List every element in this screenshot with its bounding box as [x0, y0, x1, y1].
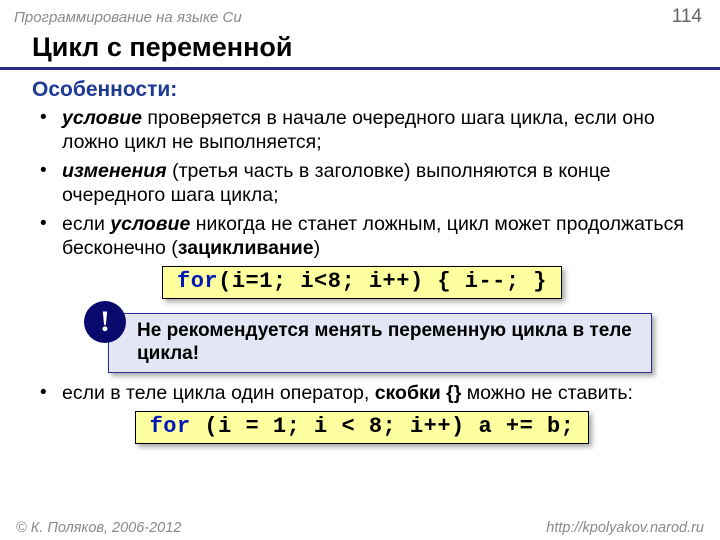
slide-title: Цикл с переменной: [0, 30, 720, 70]
term: условие: [110, 213, 190, 235]
feature-list: условие проверяется в начале очередного …: [32, 106, 692, 260]
lecture-label: Программирование на языке Си: [14, 9, 242, 26]
footer-url: http://kpolyakov.narod.ru: [546, 520, 704, 536]
list-item: если условие никогда не станет ложным, ц…: [58, 212, 692, 261]
slide-footer: © К. Поляков, 2006-2012 http://kpolyakov…: [0, 520, 720, 536]
keyword: for: [177, 269, 218, 294]
section-subtitle: Особенности:: [32, 78, 692, 102]
term: скобки {}: [375, 382, 462, 404]
keyword: for: [150, 414, 191, 439]
warning-text: Не рекомендуется менять переменную цикла…: [108, 313, 652, 373]
list-item: изменения (третья часть в заголовке) вып…: [58, 159, 692, 208]
list-item: условие проверяется в начале очередного …: [58, 106, 692, 155]
code-example-1: for(i=1; i<8; i++) { i--; }: [162, 266, 562, 299]
slide-body: Особенности: условие проверяется в начал…: [0, 70, 720, 444]
copyright: © К. Поляков, 2006-2012: [16, 520, 181, 536]
list-item: если в теле цикла один оператор, скобки …: [58, 381, 692, 405]
page-number: 114: [672, 6, 702, 28]
term: зацикливание: [178, 237, 314, 259]
slide-header: Программирование на языке Си 114: [0, 0, 720, 30]
feature-list-2: если в теле цикла один оператор, скобки …: [32, 381, 692, 405]
term: изменения: [62, 160, 167, 182]
warning-callout: ! Не рекомендуется менять переменную цик…: [108, 313, 652, 373]
term: условие: [62, 107, 142, 129]
exclamation-icon: !: [84, 301, 126, 343]
code-example-2: for (i = 1; i < 8; i++) a += b;: [135, 411, 590, 444]
